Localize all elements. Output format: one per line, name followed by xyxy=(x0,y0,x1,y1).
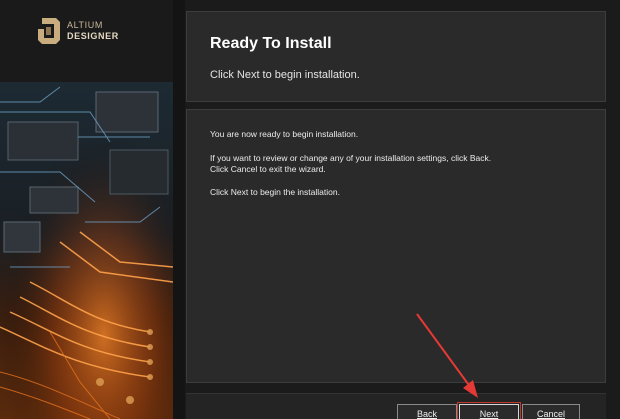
page-subtitle: Click Next to begin installation. xyxy=(210,69,360,81)
circuit-board-illustration xyxy=(0,82,173,419)
sidebar-divider xyxy=(173,0,185,419)
altium-a-logo-icon xyxy=(38,18,60,44)
review-settings-message: If you want to review or change any of y… xyxy=(210,153,492,163)
back-button-label: Back xyxy=(416,409,437,419)
wizard-button-bar: Back Next Cancel xyxy=(186,393,606,419)
back-button[interactable]: Back xyxy=(397,404,457,419)
logo-text-altium: ALTIUM xyxy=(67,20,103,30)
page-title: Ready To Install xyxy=(210,35,332,52)
cancel-message: Click Cancel to exit the wizard. xyxy=(210,164,326,174)
next-button-label: Next xyxy=(479,409,499,419)
ready-message: You are now ready to begin installation. xyxy=(210,129,359,139)
cancel-button-label: Cancel xyxy=(536,409,565,419)
content-panel: You are now ready to begin installation.… xyxy=(186,109,606,383)
header-panel: Ready To Install Click Next to begin ins… xyxy=(186,11,606,102)
next-message: Click Next to begin the installation. xyxy=(210,187,340,197)
cancel-button[interactable]: Cancel xyxy=(522,404,580,419)
altium-designer-logo: ALTIUM DESIGNER xyxy=(36,16,119,46)
logo-text-designer: DESIGNER xyxy=(67,31,119,41)
next-button[interactable]: Next xyxy=(457,402,521,419)
installer-sidebar: ALTIUM DESIGNER xyxy=(0,0,173,419)
